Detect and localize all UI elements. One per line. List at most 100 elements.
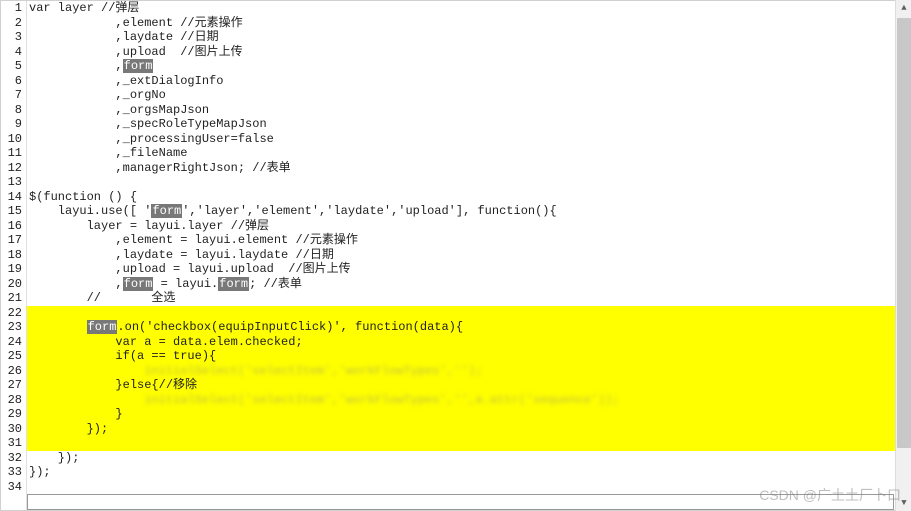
code-line[interactable] [27, 175, 910, 190]
code-line[interactable]: if(a == true){ [27, 349, 910, 364]
code-text: ,_orgsMapJson [29, 103, 209, 117]
code-line[interactable]: var layer //弹层 [27, 1, 910, 16]
line-number: 18 [1, 248, 22, 263]
code-text: }); [29, 451, 79, 465]
line-number: 26 [1, 364, 22, 379]
line-number: 2 [1, 16, 22, 31]
search-match: form [151, 204, 182, 218]
code-text: ,_specRoleTypeMapJson [29, 117, 267, 131]
code-text: ; //表单 [249, 277, 302, 291]
line-number: 4 [1, 45, 22, 60]
code-line[interactable]: $(function () { [27, 190, 910, 205]
line-number: 19 [1, 262, 22, 277]
line-number: 29 [1, 407, 22, 422]
line-number: 33 [1, 465, 22, 480]
code-text [29, 393, 144, 407]
code-text: layer = layui.layer //弹层 [29, 219, 269, 233]
code-text: ,laydate = layui.laydate //日期 [29, 248, 334, 262]
code-line[interactable]: ,_processingUser=false [27, 132, 910, 147]
line-number: 3 [1, 30, 22, 45]
code-text: ,element = layui.element //元素操作 [29, 233, 358, 247]
search-match: form [123, 277, 154, 291]
scroll-thumb[interactable] [897, 18, 911, 448]
line-number: 7 [1, 88, 22, 103]
line-number: 32 [1, 451, 22, 466]
line-number: 10 [1, 132, 22, 147]
code-line[interactable]: }); [27, 465, 910, 480]
code-text: ,laydate //日期 [29, 30, 219, 44]
line-number: 8 [1, 103, 22, 118]
code-text: ,managerRightJson; //表单 [29, 161, 291, 175]
code-line[interactable]: ,laydate = layui.laydate //日期 [27, 248, 910, 263]
code-line[interactable]: ,_fileName [27, 146, 910, 161]
code-text: var a = data.elem.checked; [29, 335, 303, 349]
code-line[interactable]: layui.use([ 'form','layer','element','la… [27, 204, 910, 219]
code-text: } [29, 407, 123, 421]
code-text: , [29, 277, 123, 291]
code-text: layui.use([ ' [29, 204, 151, 218]
line-number: 28 [1, 393, 22, 408]
code-text: ,_orgNo [29, 88, 166, 102]
line-gutter: 1234567891011121314151617181920212223242… [1, 1, 27, 510]
line-number: 24 [1, 335, 22, 350]
code-area[interactable]: var layer //弹层 ,element //元素操作 ,laydate … [27, 1, 910, 510]
code-line[interactable]: }); [27, 422, 910, 437]
code-line[interactable] [27, 436, 910, 451]
code-text: }else{//移除 [29, 378, 197, 392]
code-text: if(a == true){ [29, 349, 216, 363]
code-line[interactable]: ,laydate //日期 [27, 30, 910, 45]
code-line[interactable]: ,element //元素操作 [27, 16, 910, 31]
vertical-scrollbar[interactable]: ▲ ▼ [895, 0, 911, 511]
scroll-down-arrow[interactable]: ▼ [896, 495, 911, 511]
line-number: 17 [1, 233, 22, 248]
code-line[interactable]: form.on('checkbox(equipInputClick)', fun… [27, 320, 910, 335]
code-text: var layer //弹层 [29, 1, 139, 15]
code-line[interactable]: }else{//移除 [27, 378, 910, 393]
code-text: = layui. [153, 277, 218, 291]
search-match: form [218, 277, 249, 291]
code-line[interactable]: initialSelect('selectItem','workFlowType… [27, 364, 910, 379]
code-line[interactable]: ,managerRightJson; //表单 [27, 161, 910, 176]
code-text: ,_extDialogInfo [29, 74, 223, 88]
code-text: .on('checkbox(equipInputClick)', functio… [117, 320, 463, 334]
line-number: 16 [1, 219, 22, 234]
code-line[interactable] [27, 306, 910, 321]
line-number: 15 [1, 204, 22, 219]
code-line[interactable]: }); [27, 451, 910, 466]
command-input[interactable] [27, 494, 894, 510]
code-line[interactable]: ,_orgsMapJson [27, 103, 910, 118]
line-number: 9 [1, 117, 22, 132]
code-text: initialSelect('selectItem','workFlowType… [144, 393, 619, 407]
line-number: 22 [1, 306, 22, 321]
code-line[interactable]: layer = layui.layer //弹层 [27, 219, 910, 234]
code-line[interactable]: // 全选 [27, 291, 910, 306]
code-text: // 全选 [29, 291, 175, 305]
line-number: 12 [1, 161, 22, 176]
code-line[interactable]: var a = data.elem.checked; [27, 335, 910, 350]
code-line[interactable]: ,upload = layui.upload //图片上传 [27, 262, 910, 277]
code-line[interactable]: ,upload //图片上传 [27, 45, 910, 60]
code-line[interactable]: initialSelect('selectItem','workFlowType… [27, 393, 910, 408]
code-text: }); [29, 465, 51, 479]
line-number: 5 [1, 59, 22, 74]
code-text: ,element //元素操作 [29, 16, 243, 30]
code-line[interactable]: ,element = layui.element //元素操作 [27, 233, 910, 248]
code-text [29, 364, 144, 378]
code-text: ,_fileName [29, 146, 187, 160]
code-line[interactable]: ,_specRoleTypeMapJson [27, 117, 910, 132]
line-number: 6 [1, 74, 22, 89]
search-match: form [87, 320, 118, 334]
scroll-up-arrow[interactable]: ▲ [896, 0, 911, 16]
line-number: 31 [1, 436, 22, 451]
code-editor[interactable]: 1234567891011121314151617181920212223242… [0, 0, 911, 511]
code-line[interactable]: } [27, 407, 910, 422]
code-line[interactable] [27, 480, 910, 495]
code-line[interactable]: ,form [27, 59, 910, 74]
code-line[interactable]: ,form = layui.form; //表单 [27, 277, 910, 292]
line-number: 11 [1, 146, 22, 161]
search-match: form [123, 59, 154, 73]
code-line[interactable]: ,_orgNo [27, 88, 910, 103]
code-line[interactable]: ,_extDialogInfo [27, 74, 910, 89]
code-text [29, 320, 87, 334]
line-number: 14 [1, 190, 22, 205]
